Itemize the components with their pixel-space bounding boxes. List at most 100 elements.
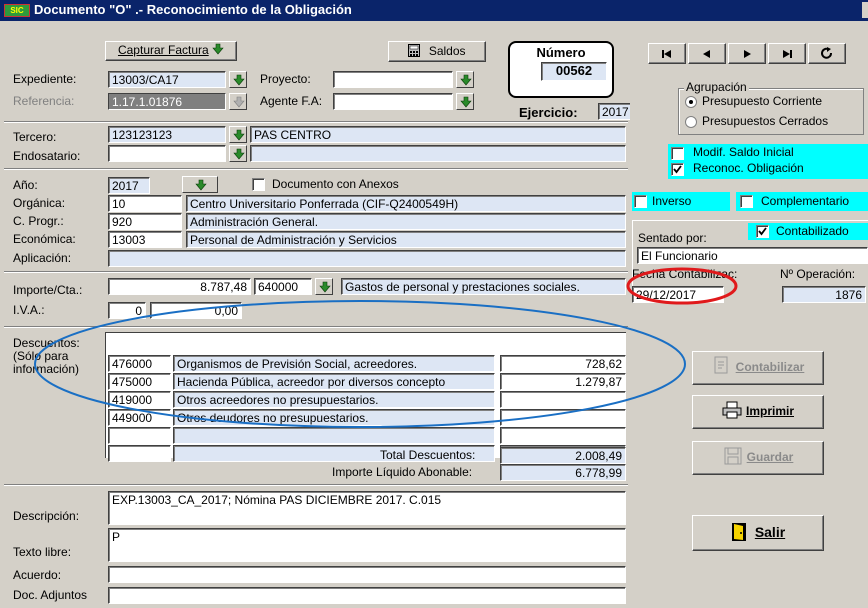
down-arrow-icon xyxy=(460,74,472,86)
descuento-code-field[interactable]: 476000 xyxy=(108,355,171,372)
descuento-amount-field[interactable] xyxy=(500,427,626,444)
aplicacion-label: Aplicación: xyxy=(13,251,72,265)
total-descuentos-label: Total Descuentos: xyxy=(380,448,476,462)
descuento-code-field[interactable]: 449000 xyxy=(108,409,171,426)
agente-fa-field[interactable] xyxy=(333,93,453,110)
descuento-amount-field[interactable] xyxy=(500,409,626,426)
texto-libre-field[interactable]: P xyxy=(108,528,626,562)
refresh-button[interactable] xyxy=(808,43,846,64)
last-record-button[interactable] xyxy=(768,43,806,64)
cprog-code-field[interactable]: 920 xyxy=(108,213,182,230)
saldos-button[interactable]: Saldos xyxy=(388,41,486,62)
importe-field[interactable]: 8.787,48 xyxy=(108,278,251,295)
next-record-button[interactable] xyxy=(728,43,766,64)
proyecto-field[interactable] xyxy=(333,71,453,88)
doc-adjuntos-field[interactable] xyxy=(108,587,626,604)
presupuestos-cerrados-radio[interactable] xyxy=(685,116,697,128)
numero-value: 00562 xyxy=(541,62,607,81)
contabilizar-button: Contabilizar xyxy=(692,351,824,385)
presupuesto-corriente-label: Presupuesto Corriente xyxy=(702,94,823,108)
acuerdo-field[interactable] xyxy=(108,566,626,583)
capturar-factura-label: Capturar Factura xyxy=(117,43,209,57)
down-arrow-icon xyxy=(460,96,472,108)
right-panel: Agrupación Presupuesto Corriente Presupu… xyxy=(630,21,868,608)
sentado-por-label: Sentado por: xyxy=(638,231,707,245)
calculator-icon xyxy=(408,44,421,57)
contabilizado-label: Contabilizado xyxy=(776,224,849,238)
cprog-desc-field: Administración General. xyxy=(186,213,626,230)
separator xyxy=(4,121,628,123)
descuento-code-field[interactable] xyxy=(108,445,171,462)
texto-libre-label: Texto libre: xyxy=(13,545,72,559)
salir-button[interactable]: Salir xyxy=(692,515,824,551)
descuento-code-field[interactable]: 475000 xyxy=(108,373,171,390)
app-logo: SIC xyxy=(4,4,30,17)
iva-percent-field[interactable]: 0 xyxy=(108,302,146,319)
title-bar: SIC Documento "O" .- Reconocimiento de l… xyxy=(0,0,868,21)
descuento-amount-field[interactable] xyxy=(500,391,626,408)
cprog-label: C. Progr.: xyxy=(13,214,64,228)
numero-operacion-label: Nº Operación: xyxy=(780,267,856,281)
window-title: Documento "O" .- Reconocimiento de la Ob… xyxy=(34,2,352,17)
tercero-lookup-button[interactable] xyxy=(229,126,247,143)
cuenta-lookup-button[interactable] xyxy=(315,278,333,295)
economica-code-field[interactable]: 13003 xyxy=(108,231,182,248)
down-arrow-icon xyxy=(233,148,245,160)
tercero-code-field[interactable]: 123123123 xyxy=(108,126,226,143)
separator xyxy=(4,484,628,486)
down-arrow-icon xyxy=(212,43,224,55)
descuentos-label: Descuentos: xyxy=(13,336,80,350)
documento-anexos-checkbox[interactable] xyxy=(252,178,265,191)
fecha-contabilizacion-label: Fecha Contabilizac: xyxy=(632,267,738,281)
endosatario-code-field[interactable] xyxy=(108,145,226,162)
iva-amount-field[interactable]: 0,00 xyxy=(150,302,242,319)
down-arrow-icon xyxy=(233,96,245,108)
modif-saldo-label: Modif. Saldo Inicial xyxy=(693,145,794,159)
descuento-amount-field[interactable]: 728,62 xyxy=(500,355,626,372)
agente-fa-label: Agente F.A: xyxy=(260,94,323,108)
check-icon xyxy=(673,165,682,174)
descuento-desc-field: Otros deudores no presupuestarios. xyxy=(173,409,495,426)
down-arrow-icon xyxy=(233,129,245,141)
agente-fa-lookup-button[interactable] xyxy=(456,93,474,110)
capturar-factura-button[interactable]: Capturar Factura xyxy=(105,41,237,61)
first-record-button[interactable] xyxy=(648,43,686,64)
descuento-amount-field[interactable]: 1.279,87 xyxy=(500,373,626,390)
descuento-code-field[interactable]: 419000 xyxy=(108,391,171,408)
presupuesto-corriente-radio[interactable] xyxy=(685,96,697,108)
modif-saldo-checkbox[interactable] xyxy=(671,147,684,160)
cuenta-field[interactable]: 640000 xyxy=(254,278,312,295)
expediente-lookup-button[interactable] xyxy=(229,71,247,88)
descuento-desc-field xyxy=(173,427,495,444)
complementario-checkbox[interactable] xyxy=(740,195,753,208)
doc-adjuntos-label: Doc. Adjuntos xyxy=(13,588,88,602)
anio-lookup-button[interactable] xyxy=(182,176,218,193)
reconoc-obligacion-checkbox[interactable] xyxy=(671,163,684,176)
next-icon xyxy=(744,50,751,58)
numero-box: Número 00562 xyxy=(508,41,614,98)
salir-label: Salir xyxy=(754,524,786,540)
importe-label: Importe/Cta.: xyxy=(13,283,83,297)
importe-liquido-label: Importe Líquido Abonable: xyxy=(332,465,473,479)
organica-code-field[interactable]: 10 xyxy=(108,195,182,212)
documento-anexos-label: Documento con Anexos xyxy=(272,177,399,191)
imprimir-button[interactable]: Imprimir xyxy=(692,395,824,429)
proyecto-lookup-button[interactable] xyxy=(456,71,474,88)
cuenta-desc-field: Gastos de personal y prestaciones social… xyxy=(341,278,626,295)
guardar-label: Guardar xyxy=(746,450,794,464)
importe-liquido-field: 6.778,99 xyxy=(500,464,626,481)
endosatario-name-field xyxy=(250,145,626,162)
acuerdo-label: Acuerdo: xyxy=(13,568,62,582)
descripcion-field[interactable]: EXP.13003_CA_2017; Nómina PAS DICIEMBRE … xyxy=(108,491,626,525)
iva-label: I.V.A.: xyxy=(13,303,45,317)
expediente-field[interactable]: 13003/CA17 xyxy=(108,71,226,88)
anio-field[interactable]: 2017 xyxy=(108,177,150,194)
descuento-desc-field: Organismos de Previsión Social, acreedor… xyxy=(173,355,495,372)
endosatario-lookup-button[interactable] xyxy=(229,145,247,162)
prev-record-button[interactable] xyxy=(688,43,726,64)
economica-desc-field: Personal de Administración y Servicios xyxy=(186,231,626,248)
down-arrow-icon xyxy=(195,179,207,191)
descuento-code-field[interactable] xyxy=(108,427,171,444)
inverso-checkbox[interactable] xyxy=(634,195,647,208)
separator xyxy=(4,271,628,273)
